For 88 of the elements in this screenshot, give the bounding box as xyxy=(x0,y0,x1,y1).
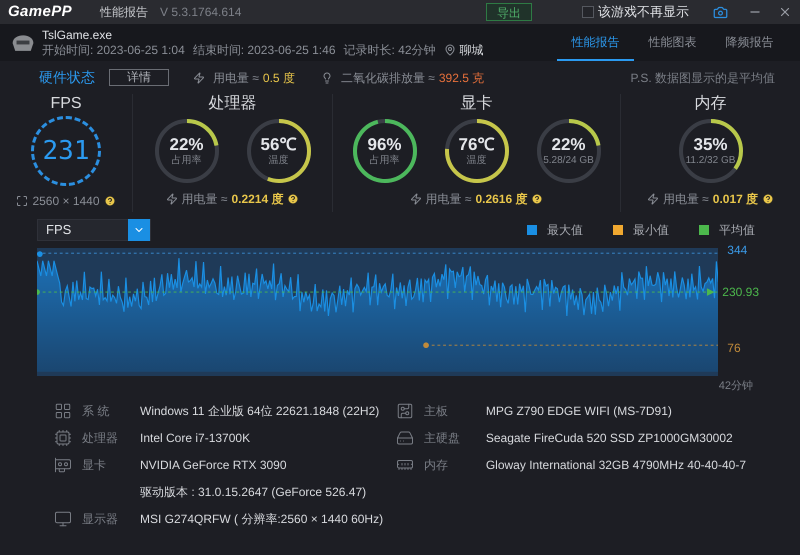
power-label: 用电量 ≈ xyxy=(426,191,472,208)
spec-value: MSI G274QRFW ( 分辨率:2560 × 1440 60Hz) xyxy=(140,511,384,528)
section-heading: 显卡 xyxy=(460,94,492,114)
spec-value: 驱动版本 : 31.0.15.2647 (GeForce 526.47) xyxy=(140,484,366,501)
power-icon xyxy=(410,193,422,205)
co2-value: 392.5 克 xyxy=(438,70,484,86)
spec-label: 显示器 xyxy=(82,511,119,528)
gauge-value: 76℃ xyxy=(458,135,494,154)
spec-label: 主板 xyxy=(424,403,449,420)
help-icon[interactable] xyxy=(531,193,544,205)
resolution-icon xyxy=(16,195,28,207)
location-pin-icon xyxy=(444,44,456,56)
start-time: 开始时间: 2023-06-25 1:04 xyxy=(42,42,185,58)
gauge-caption: 温度 xyxy=(268,155,288,167)
camera-icon[interactable] xyxy=(713,4,728,20)
section-heading: 内存 xyxy=(694,94,726,114)
help-icon[interactable] xyxy=(762,193,774,205)
help-icon[interactable] xyxy=(287,193,300,205)
gauge-caption: 5.28/24 GB xyxy=(543,155,594,167)
spec-value: Intel Core i7-13700K xyxy=(140,430,250,447)
legend-label: 平均值 xyxy=(719,222,755,239)
max-label: 344 xyxy=(727,242,748,259)
power-label: 用电量 ≈ xyxy=(662,191,709,208)
spec-value: NVIDIA GeForce RTX 3090 xyxy=(140,457,288,474)
gauge-value: 35% xyxy=(693,135,728,155)
help-icon[interactable] xyxy=(104,195,116,207)
window-title: 性能报告 xyxy=(100,4,148,21)
avg-label: 230.93 xyxy=(722,284,759,301)
power-icon xyxy=(166,193,178,205)
bulb-icon xyxy=(320,72,333,84)
gauge-value: 96% xyxy=(367,135,402,154)
duration: 记录时长: 42分钟 xyxy=(344,42,436,58)
location: 聊城 xyxy=(460,42,484,58)
section-title: 硬件状态 xyxy=(39,68,95,87)
circuit-board-icon xyxy=(396,402,414,420)
note-text: P.S. 数据图显示的是平均值 xyxy=(630,70,775,86)
helmet-icon xyxy=(12,33,34,52)
hard-drive-icon xyxy=(396,429,414,447)
gauge-value: 22% xyxy=(169,135,204,154)
close-icon[interactable] xyxy=(778,5,792,19)
spec-value: Seagate FireCuda 520 SSD ZP1000GM30002 xyxy=(486,430,733,447)
spec-label: 主硬盘 xyxy=(424,430,461,447)
end-time: 结束时间: 2023-06-25 1:46 xyxy=(192,42,336,58)
resolution: 2560 × 1440 xyxy=(32,193,100,210)
app-logo: GamePP xyxy=(8,2,73,22)
power-value: 0.017 度 xyxy=(712,191,758,208)
graphics-card-icon xyxy=(54,456,72,474)
spec-label: 处理器 xyxy=(82,430,119,447)
legend-label: 最小值 xyxy=(633,222,669,239)
gauge-caption: 11.2/32 GB xyxy=(686,155,736,167)
chip-icon xyxy=(54,429,72,447)
tab[interactable]: 降频报告 xyxy=(711,24,788,61)
windows-icon xyxy=(54,402,72,420)
gauge-value: 56℃ xyxy=(260,135,296,154)
details-button[interactable]: 详情 xyxy=(109,69,169,86)
export-button[interactable]: 导出 xyxy=(486,3,532,21)
fps-value: 231 xyxy=(42,134,90,168)
power-label: 用电量 ≈ xyxy=(182,191,228,208)
power-value: 0.5 度 xyxy=(262,70,295,86)
metric-dropdown[interactable]: FPS xyxy=(37,219,151,241)
power-label: 用电量 ≈ xyxy=(213,70,259,86)
spec-label: 内存 xyxy=(424,457,449,474)
spec-value: Gloway International 32GB 4790MHz 40-40-40-7 xyxy=(486,457,746,474)
spec-label: 系 统 xyxy=(82,403,110,420)
power-icon xyxy=(193,72,205,84)
section-heading: 处理器 xyxy=(208,94,256,114)
monitor-icon xyxy=(54,510,72,528)
gauge-value: 22% xyxy=(551,135,586,155)
gauge-caption: 温度 xyxy=(466,155,486,167)
checkbox-label: 该游戏不再显示 xyxy=(598,3,689,22)
min-label: 76 xyxy=(727,340,741,357)
power-icon xyxy=(646,193,659,205)
tab[interactable]: 性能报告 xyxy=(557,24,634,61)
game-name: TslGame.exe xyxy=(42,28,114,42)
x-axis-label: 42分钟 xyxy=(718,378,753,394)
tab[interactable]: 性能图表 xyxy=(634,24,711,61)
checkbox[interactable] xyxy=(582,6,594,18)
fps-title: FPS xyxy=(50,94,82,114)
spec-label: 显卡 xyxy=(82,457,107,474)
power-value: 0.2214 度 xyxy=(231,191,284,208)
spec-value: Windows 11 企业版 64位 22621.1848 (22H2) xyxy=(140,403,380,420)
legend-label: 最大值 xyxy=(547,222,583,239)
co2-label: 二氧化碳排放量 ≈ xyxy=(340,70,435,86)
gauge-caption: 占用率 xyxy=(172,155,202,167)
power-value: 0.2616 度 xyxy=(475,191,528,208)
version-text: V 5.3.1764.614 xyxy=(160,4,242,21)
spec-value: MPG Z790 EDGE WIFI (MS-7D91) xyxy=(486,403,672,420)
gauge-caption: 占用率 xyxy=(370,155,400,167)
